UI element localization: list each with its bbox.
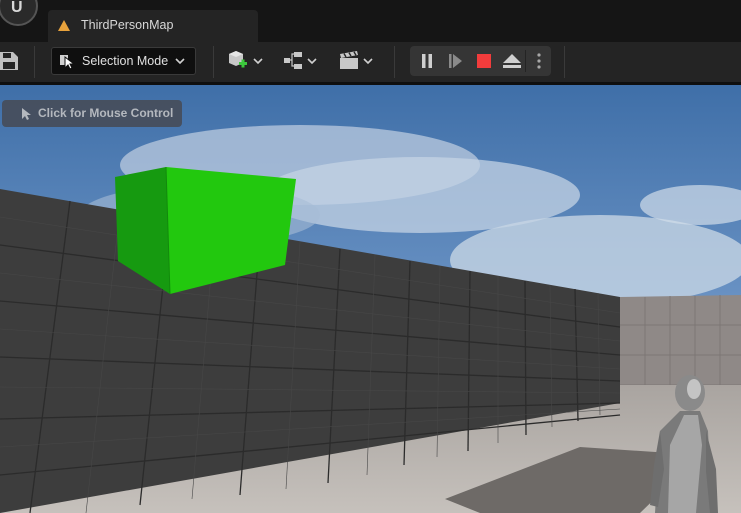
- toolbar-divider: [34, 46, 35, 78]
- add-actor-button[interactable]: [226, 48, 266, 74]
- add-actor-icon: [229, 51, 263, 68]
- chevron-down-icon: [175, 58, 185, 65]
- unreal-logo-icon[interactable]: U: [0, 0, 38, 26]
- blueprint-icon: [284, 52, 317, 69]
- tab-third-person-map[interactable]: ThirdPersonMap: [48, 10, 258, 42]
- toolbar-divider: [394, 46, 395, 78]
- cursor-icon: [22, 108, 31, 120]
- stop-icon[interactable]: [469, 46, 497, 76]
- toolbar-divider: [213, 46, 214, 78]
- main-toolbar: Selection Mode: [0, 42, 741, 85]
- cursor-icon: [60, 55, 76, 69]
- mouse-control-label: Click for Mouse Control: [38, 106, 174, 120]
- clapperboard-icon: [340, 51, 373, 69]
- save-icon[interactable]: [0, 52, 18, 70]
- tab-label: ThirdPersonMap: [81, 18, 174, 32]
- logo-letter: U: [11, 0, 23, 16]
- level-viewport[interactable]: Click for Mouse Control: [0, 85, 741, 513]
- mode-label: Selection Mode: [82, 54, 169, 68]
- mouse-control-hint[interactable]: Click for Mouse Control: [2, 100, 182, 127]
- level-map-icon: [58, 20, 70, 31]
- step-frame-icon[interactable]: [441, 46, 469, 76]
- eject-icon[interactable]: [497, 46, 525, 76]
- selection-mode-dropdown[interactable]: Selection Mode: [51, 47, 196, 75]
- cinematics-button[interactable]: [338, 48, 378, 74]
- toolbar-divider: [564, 46, 565, 78]
- more-options-icon[interactable]: [525, 46, 551, 76]
- pause-icon[interactable]: [413, 46, 441, 76]
- play-controls: [410, 46, 551, 76]
- viewport-scene: [0, 85, 741, 513]
- blueprint-button[interactable]: [282, 48, 322, 74]
- title-bar: U ThirdPersonMap: [0, 0, 741, 42]
